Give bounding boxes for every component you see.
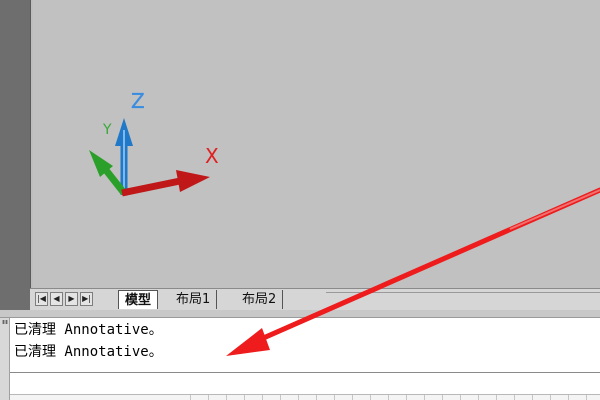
command-window-grip[interactable]: [0, 318, 10, 400]
tab-layout2[interactable]: 布局2: [236, 290, 284, 309]
command-window-splitter[interactable]: [0, 310, 600, 318]
first-tab-icon[interactable]: |◀: [35, 292, 48, 306]
command-bottom-ruler: [10, 394, 600, 400]
command-history-line: 已清理 Annotative。: [14, 344, 163, 360]
command-history: 已清理 Annotative。 已清理 Annotative。: [10, 318, 600, 372]
prev-tab-icon[interactable]: ◀: [50, 292, 63, 306]
next-tab-icon[interactable]: ▶: [65, 292, 78, 306]
layout-tab-bar: |◀ ◀ ▶ ▶| 模型 布局1 布局2: [30, 288, 600, 310]
last-tab-icon[interactable]: ▶|: [80, 292, 93, 306]
tab-layout1[interactable]: 布局1: [170, 290, 218, 309]
command-history-line: 已清理 Annotative。: [14, 322, 163, 338]
left-frame: [0, 0, 30, 318]
tab-bar-scroll-area[interactable]: [326, 292, 600, 309]
drawing-viewport[interactable]: [33, 0, 600, 288]
tab-model[interactable]: 模型: [118, 290, 159, 309]
